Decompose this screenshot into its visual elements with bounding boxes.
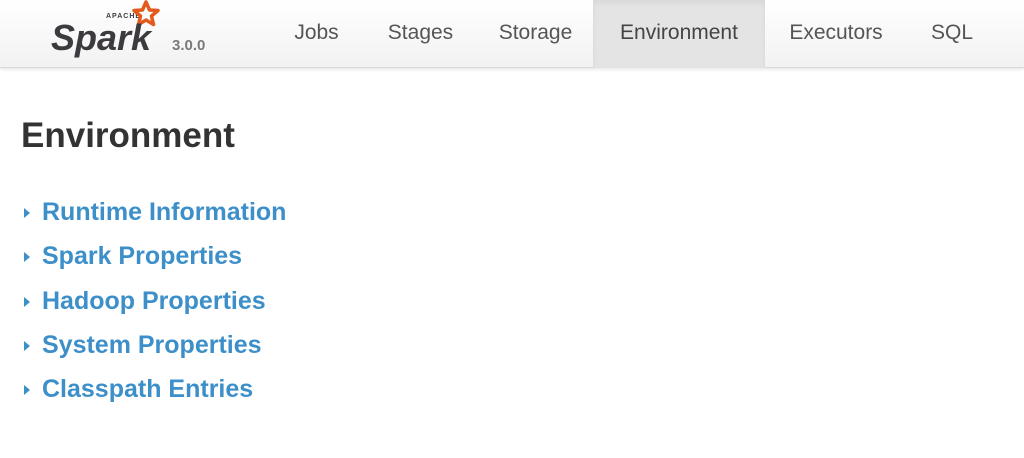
section-hadoop-properties[interactable]: Hadoop Properties bbox=[21, 279, 286, 323]
tab-executors[interactable]: Executors bbox=[765, 0, 907, 68]
caret-right-icon bbox=[24, 385, 30, 396]
tab-storage[interactable]: Storage bbox=[478, 0, 593, 68]
section-system-properties[interactable]: System Properties bbox=[21, 323, 286, 367]
section-label[interactable]: System Properties bbox=[42, 323, 262, 367]
caret-right-icon bbox=[24, 252, 30, 263]
tab-environment[interactable]: Environment bbox=[593, 0, 765, 68]
tab-sql[interactable]: SQL bbox=[907, 0, 997, 68]
spark-version: 3.0.0 bbox=[172, 37, 206, 54]
section-label[interactable]: Hadoop Properties bbox=[42, 279, 266, 323]
section-label[interactable]: Spark Properties bbox=[42, 234, 242, 278]
tab-stages[interactable]: Stages bbox=[363, 0, 478, 68]
tab-jobs[interactable]: Jobs bbox=[270, 0, 363, 68]
spark-logo: APACHE Spark bbox=[51, 0, 160, 58]
nav-tabs: Jobs Stages Storage Environment Executor… bbox=[270, 0, 997, 68]
environment-sections: Runtime Information Spark Properties Had… bbox=[21, 190, 286, 411]
page-title: Environment bbox=[21, 116, 235, 155]
section-runtime-information[interactable]: Runtime Information bbox=[21, 190, 286, 234]
section-classpath-entries[interactable]: Classpath Entries bbox=[21, 367, 286, 411]
section-spark-properties[interactable]: Spark Properties bbox=[21, 234, 286, 278]
logo-spark-text: Spark bbox=[51, 17, 153, 58]
section-label[interactable]: Classpath Entries bbox=[42, 367, 253, 411]
spark-logo-link[interactable]: APACHE Spark 3.0.0 bbox=[48, 0, 228, 68]
section-label[interactable]: Runtime Information bbox=[42, 190, 286, 234]
caret-right-icon bbox=[24, 296, 30, 307]
caret-right-icon bbox=[24, 208, 30, 218]
top-navbar: APACHE Spark 3.0.0 Jobs Stages Storage E… bbox=[0, 0, 1024, 68]
caret-right-icon bbox=[24, 340, 30, 351]
